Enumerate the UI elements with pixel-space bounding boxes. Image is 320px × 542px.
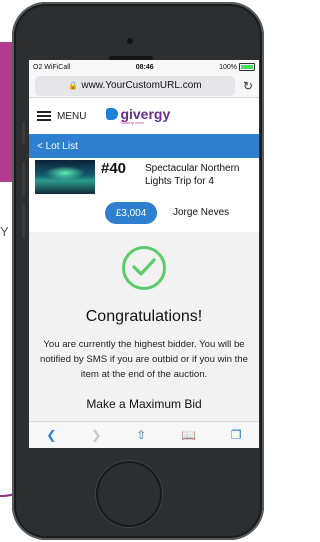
- battery-icon: [239, 63, 255, 71]
- status-bar: O2 WiFiCall 08:46 100%: [29, 60, 259, 74]
- hamburger-icon[interactable]: [37, 111, 51, 121]
- url-field[interactable]: 🔒 www.YourCustomURL.com: [35, 75, 235, 96]
- front-camera: [127, 38, 133, 44]
- reload-icon[interactable]: ↻: [235, 79, 253, 93]
- logo-mark-icon: [106, 108, 119, 120]
- battery-percent: 100%: [219, 63, 237, 71]
- lot-list-nav: < Lot List: [29, 134, 259, 158]
- background-letter: Y: [0, 224, 9, 239]
- url-text: www.YourCustomURL.com: [81, 80, 202, 91]
- lot-title: Spectacular Northern Lights Trip for 4: [145, 163, 240, 187]
- lock-icon: 🔒: [68, 81, 79, 90]
- congratulations-heading: Congratulations!: [85, 308, 203, 325]
- back-arrow-icon[interactable]: ❮: [46, 428, 56, 442]
- volume-down-button: [22, 204, 25, 238]
- phone-screen: O2 WiFiCall 08:46 100% 🔒 www.YourCustomU…: [29, 60, 259, 448]
- forward-arrow-icon[interactable]: ❯: [91, 428, 101, 442]
- checkmark-icon: [122, 246, 166, 290]
- home-button[interactable]: [96, 461, 162, 527]
- logo-wordmark: givergy: [120, 106, 171, 122]
- site-header: MENU givergy Raising more: [29, 98, 259, 134]
- mute-switch: [22, 122, 25, 144]
- back-to-lot-list-link[interactable]: < Lot List: [37, 141, 78, 152]
- current-bid-badge: £3,004: [105, 202, 157, 224]
- logo-tagline: Raising more: [120, 120, 145, 125]
- lot-thumbnail-image[interactable]: [35, 160, 95, 194]
- givergy-logo[interactable]: givergy Raising more: [106, 107, 170, 125]
- browser-toolbar: ❮ ❯ ⇧ 📖 ❐: [29, 421, 259, 448]
- clock: 08:46: [135, 63, 154, 71]
- lot-number: #40: [101, 160, 127, 177]
- carrier-label: O2 WiFiCall: [33, 63, 71, 71]
- share-icon[interactable]: ⇧: [136, 428, 146, 442]
- highest-bidder-name: Jorge Neves: [173, 207, 230, 218]
- max-bid-heading: Make a Maximum Bid: [86, 396, 202, 411]
- tabs-icon[interactable]: ❐: [231, 428, 242, 442]
- battery-indicator: 100%: [219, 63, 255, 71]
- volume-up-button: [22, 162, 25, 196]
- bid-confirmation: Congratulations! You are currently the h…: [29, 232, 259, 411]
- menu-button[interactable]: MENU: [57, 111, 86, 122]
- browser-url-bar: 🔒 www.YourCustomURL.com ↻: [29, 74, 259, 98]
- bookmarks-icon[interactable]: 📖: [181, 428, 196, 442]
- highest-bidder-message: You are currently the highest bidder. Yo…: [40, 339, 248, 380]
- lot-card: #40 Spectacular Northern Lights Trip for…: [29, 158, 259, 232]
